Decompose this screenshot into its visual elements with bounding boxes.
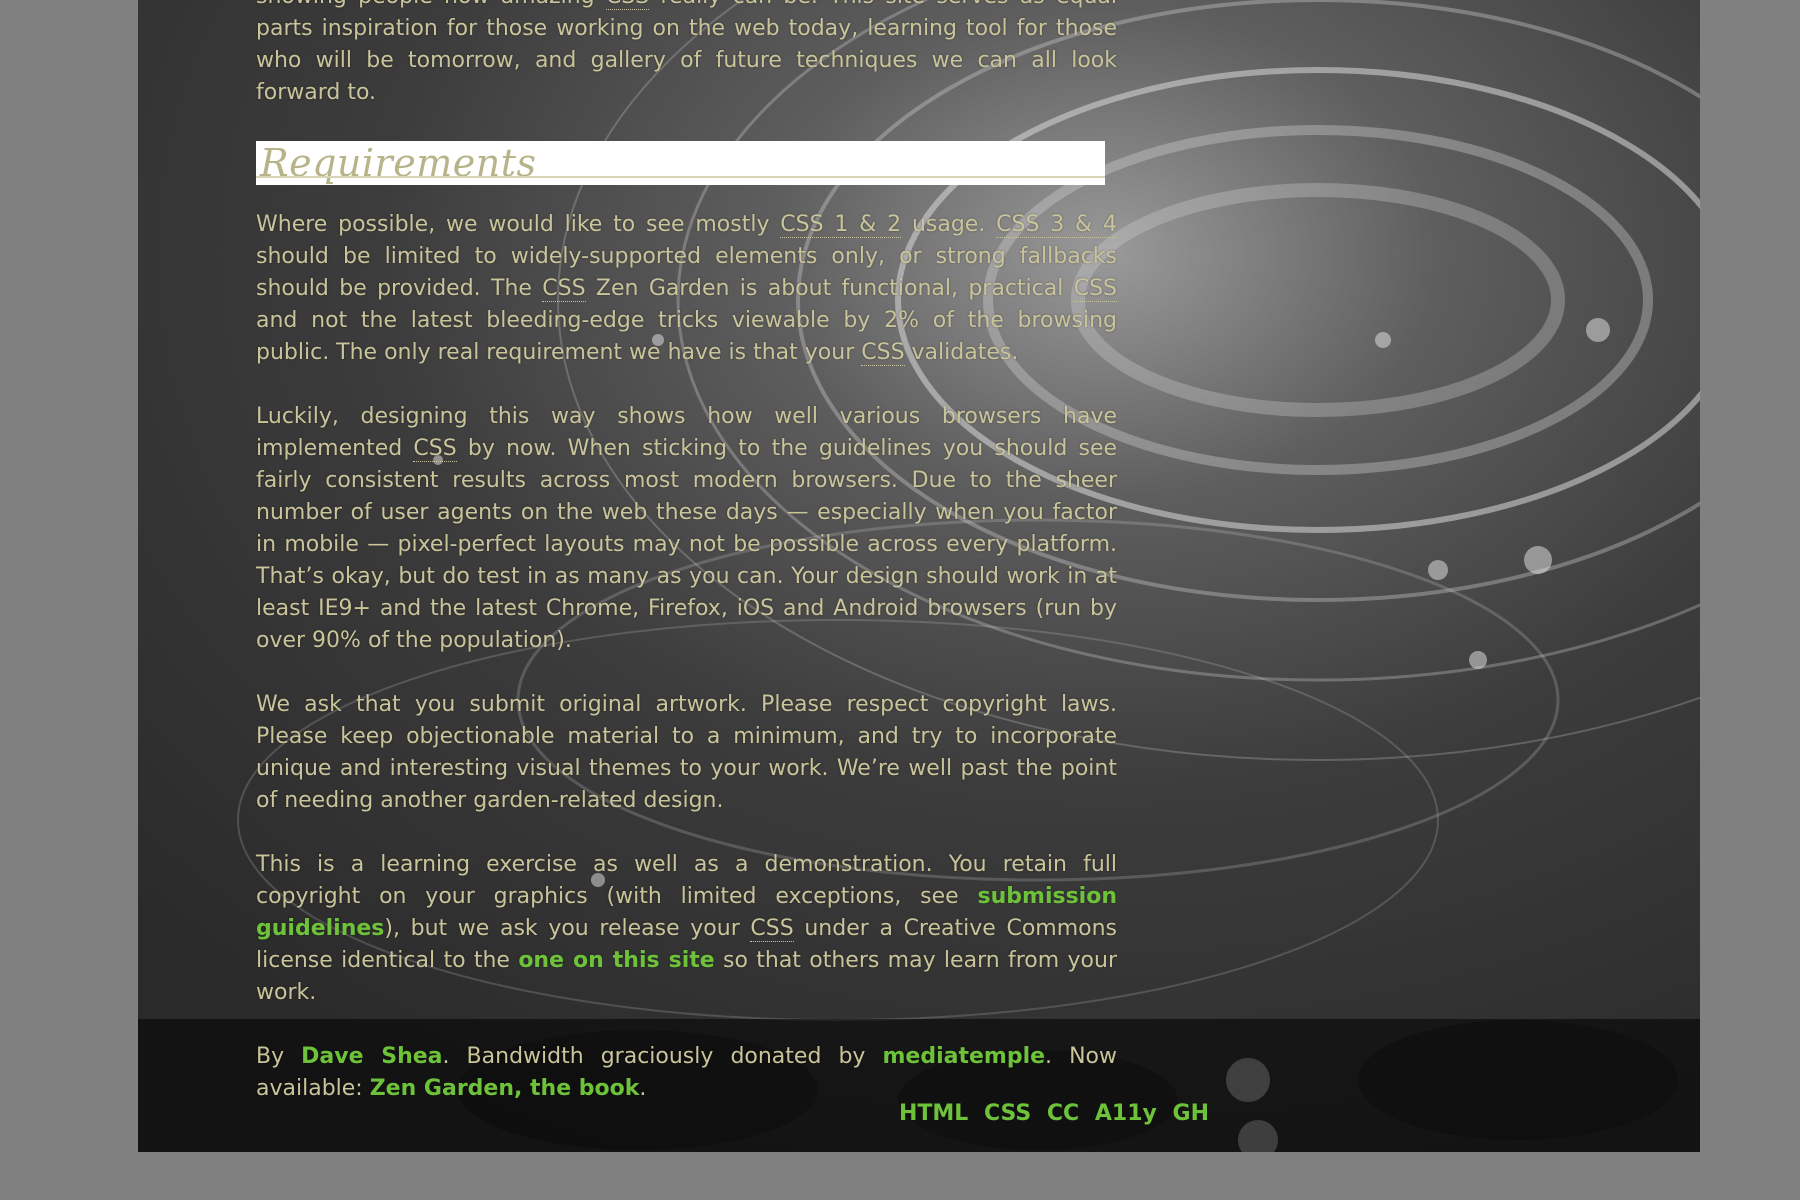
abbr-css-3-4: CSS 3 & 4 [996, 212, 1117, 238]
credits-paragraph: By Dave Shea. Bandwidth graciously donat… [256, 1041, 1117, 1105]
footer-link-html[interactable]: HTML [899, 1101, 968, 1126]
author-link[interactable]: Dave Shea [301, 1044, 442, 1069]
intro-paragraph: showing people how amazing CSS really ca… [256, 0, 1117, 109]
abbr-css: CSS [605, 0, 650, 10]
text: By [256, 1044, 302, 1069]
text: . Bandwidth graciously donated by [442, 1044, 883, 1069]
abbr-css: CSS [413, 436, 457, 462]
footer-link-css[interactable]: CSS [984, 1101, 1031, 1126]
footer-link-gh[interactable]: GH [1173, 1101, 1209, 1126]
requirements-title: Requirements [260, 141, 537, 185]
requirements-paragraph-1: Where possible, we would like to see mos… [256, 209, 1118, 369]
requirements-heading: Requirements [256, 141, 1105, 185]
text: . [639, 1076, 647, 1101]
requirements-paragraph-3: We ask that you submit original artwork.… [256, 692, 1117, 813]
host-link[interactable]: mediatemple [882, 1044, 1045, 1069]
text: Zen Garden is about functional, practica… [585, 276, 1074, 301]
text: by now. When sticking to the guidelines … [256, 436, 1118, 653]
text: validates. [904, 340, 1019, 365]
abbr-css: CSS [542, 276, 586, 302]
requirements-paragraph-2: Luckily, designing this way shows how we… [256, 401, 1117, 657]
abbr-css: CSS [750, 916, 794, 942]
footer-links: HTML CSS CC A11y GH [891, 1098, 1209, 1130]
license-link[interactable]: one on this site [518, 948, 714, 973]
text: usage. [901, 212, 997, 237]
requirements-paragraph-4: This is a learning exercise as well as a… [256, 849, 1117, 1009]
book-link[interactable]: Zen Garden, the book [370, 1076, 640, 1101]
intro-text-2: really can be. This site serves as equal… [256, 0, 1117, 105]
main-content: showing people how amazing CSS really ca… [256, 0, 1118, 1137]
heading-divider [256, 176, 1105, 178]
footer-link-cc[interactable]: CC [1047, 1101, 1079, 1126]
abbr-css: CSS [861, 340, 905, 366]
text: ), but we ask you release your [384, 916, 751, 941]
intro-text-1: showing people how amazing [256, 0, 606, 9]
abbr-css-1-2: CSS 1 & 2 [780, 212, 902, 238]
footer-link-a11y[interactable]: A11y [1095, 1101, 1157, 1126]
abbr-css: CSS [1073, 276, 1118, 302]
text: Where possible, we would like to see mos… [256, 212, 781, 237]
